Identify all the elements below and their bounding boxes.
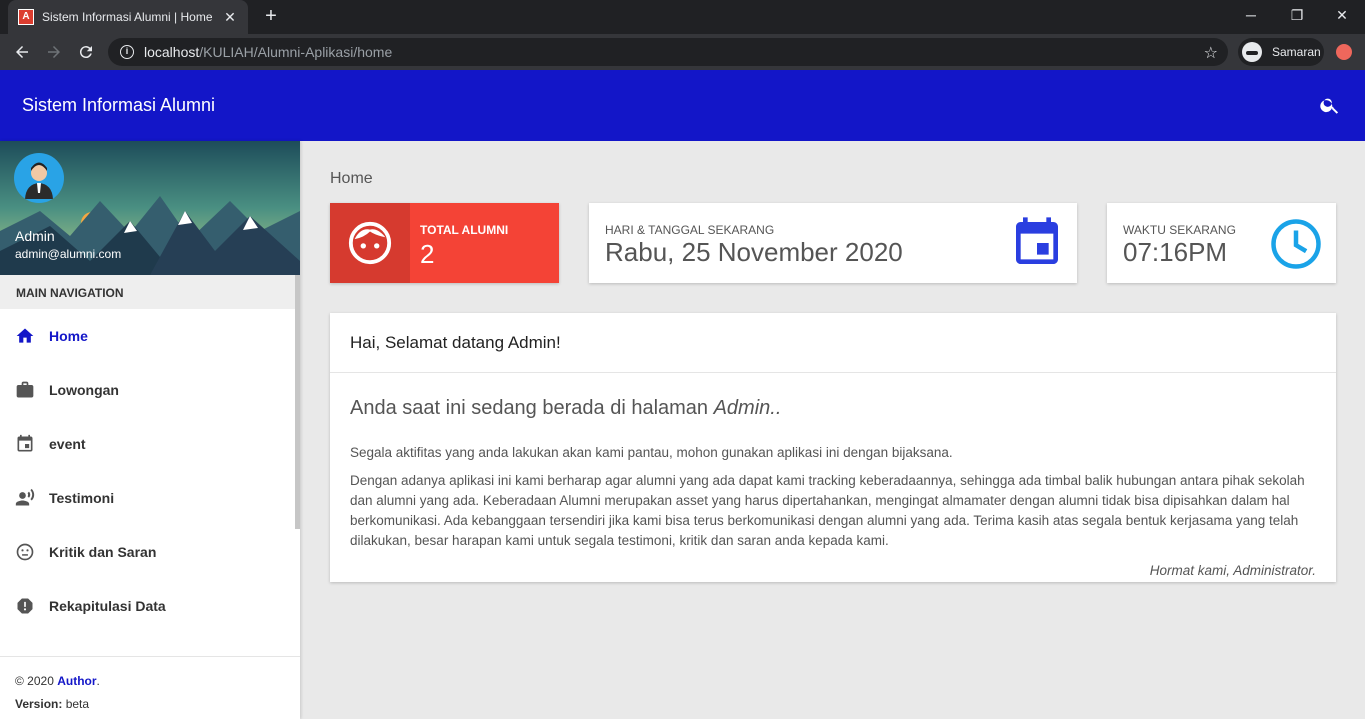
face-icon — [330, 203, 410, 283]
url-path: /KULIAH/Alumni-Aplikasi/home — [199, 44, 393, 60]
copyright-text: © 2020 — [15, 674, 58, 688]
bookmark-star-icon[interactable]: ☆ — [1204, 43, 1218, 63]
info-box-value: Rabu, 25 November 2020 — [605, 237, 903, 267]
sidebar-item-kritik[interactable]: Kritik dan Saran — [0, 525, 300, 579]
user-info-panel: Admin admin@alumni.com — [0, 141, 300, 275]
sidebar-item-label: Kritik dan Saran — [49, 544, 157, 560]
browser-toolbar: i localhost/KULIAH/Alumni-Aplikasi/home … — [0, 34, 1365, 70]
panel-header: Hai, Selamat datang Admin! — [330, 313, 1336, 373]
sidebar-item-lowongan[interactable]: Lowongan — [0, 363, 300, 417]
copyright-period: . — [96, 674, 100, 688]
info-box-value: 2 — [420, 239, 435, 269]
home-icon — [14, 325, 36, 347]
sidebar-item-rekapitulasi[interactable]: Rekapitulasi Data — [0, 579, 300, 633]
sidebar-item-label: event — [49, 436, 86, 452]
app-brand[interactable]: Sistem Informasi Alumni — [22, 95, 215, 116]
angular-favicon-icon: A — [18, 9, 34, 25]
incognito-icon — [1242, 42, 1262, 62]
breadcrumb: Home — [330, 170, 373, 187]
site-info-icon[interactable]: i — [120, 45, 134, 59]
new-tab-button[interactable]: + — [260, 5, 282, 27]
version-value: beta — [62, 697, 90, 711]
window-restore-button[interactable]: ❐ — [1274, 0, 1320, 30]
event-icon — [14, 433, 36, 455]
sidebar-scrollbar[interactable] — [295, 275, 300, 529]
briefcase-icon — [14, 379, 36, 401]
info-box-label: WAKTU SEKARANG — [1123, 223, 1236, 237]
info-box-label: HARI & TANGGAL SEKARANG — [605, 223, 775, 237]
panel-signature: Hormat kami, Administrator. — [1149, 563, 1316, 578]
record-voice-icon — [14, 487, 36, 509]
info-box-total-alumni: TOTAL ALUMNI 2 — [330, 203, 559, 283]
back-icon[interactable] — [10, 40, 34, 64]
sidebar-footer: © 2020 Author. Version: beta — [0, 656, 300, 719]
window-close-button[interactable]: ✕ — [1319, 0, 1365, 30]
info-box-date: HARI & TANGGAL SEKARANG Rabu, 25 Novembe… — [589, 203, 1077, 283]
sidebar-item-label: Home — [49, 328, 88, 344]
info-box-label: TOTAL ALUMNI — [420, 223, 509, 237]
panel-heading-role: Admin.. — [713, 397, 782, 419]
user-email: admin@alumni.com — [15, 247, 122, 261]
clock-icon — [1271, 219, 1321, 269]
extension-icon[interactable] — [1336, 44, 1352, 60]
tab-title: Sistem Informasi Alumni | Home — [42, 10, 213, 24]
welcome-panel: Hai, Selamat datang Admin! Anda saat ini… — [330, 313, 1336, 582]
report-icon — [14, 595, 36, 617]
sidebar: Admin admin@alumni.com MAIN NAVIGATION H… — [0, 141, 300, 719]
face-icon — [14, 541, 36, 563]
sidebar-item-label: Testimoni — [49, 490, 115, 506]
panel-heading-text: Anda saat ini sedang berada di halaman — [350, 397, 714, 419]
app-header: Sistem Informasi Alumni — [0, 70, 1365, 141]
panel-paragraph-1: Segala aktifitas yang anda lakukan akan … — [350, 445, 953, 460]
profile-button[interactable]: Samaran — [1238, 38, 1324, 66]
tab-close-icon[interactable]: ✕ — [222, 9, 238, 26]
nav-heading: MAIN NAVIGATION — [0, 275, 300, 309]
user-name: Admin — [15, 228, 55, 244]
sidebar-item-label: Lowongan — [49, 382, 119, 398]
browser-tab[interactable]: A Sistem Informasi Alumni | Home ✕ — [8, 0, 248, 34]
info-box-value: 07:16PM — [1123, 237, 1228, 267]
sidebar-item-home[interactable]: Home — [0, 309, 300, 363]
panel-paragraph-2: Dengan adanya aplikasi ini kami berharap… — [350, 473, 1305, 548]
address-bar[interactable]: i localhost/KULIAH/Alumni-Aplikasi/home … — [108, 38, 1228, 66]
sidebar-item-label: Rekapitulasi Data — [49, 598, 166, 614]
avatar[interactable] — [14, 153, 64, 203]
forward-icon[interactable] — [42, 40, 66, 64]
profile-name: Samaran — [1272, 45, 1321, 59]
panel-heading: Anda saat ini sedang berada di halaman A… — [350, 397, 781, 420]
sidebar-menu: Home Lowongan event Testimoni Kritik dan… — [0, 309, 300, 633]
version-label: Version: — [15, 697, 63, 711]
reload-icon[interactable] — [74, 40, 98, 64]
url-host: localhost — [144, 44, 200, 60]
sidebar-item-testimoni[interactable]: Testimoni — [0, 471, 300, 525]
author-link[interactable]: Author — [57, 674, 96, 688]
sidebar-item-event[interactable]: event — [0, 417, 300, 471]
window-minimize-button[interactable]: ─ — [1228, 0, 1274, 30]
search-icon[interactable] — [1319, 94, 1341, 116]
info-box-time: WAKTU SEKARANG 07:16PM — [1107, 203, 1336, 283]
calendar-icon — [1016, 217, 1058, 264]
browser-tab-bar: A Sistem Informasi Alumni | Home ✕ + ─ ❐… — [0, 0, 1365, 34]
